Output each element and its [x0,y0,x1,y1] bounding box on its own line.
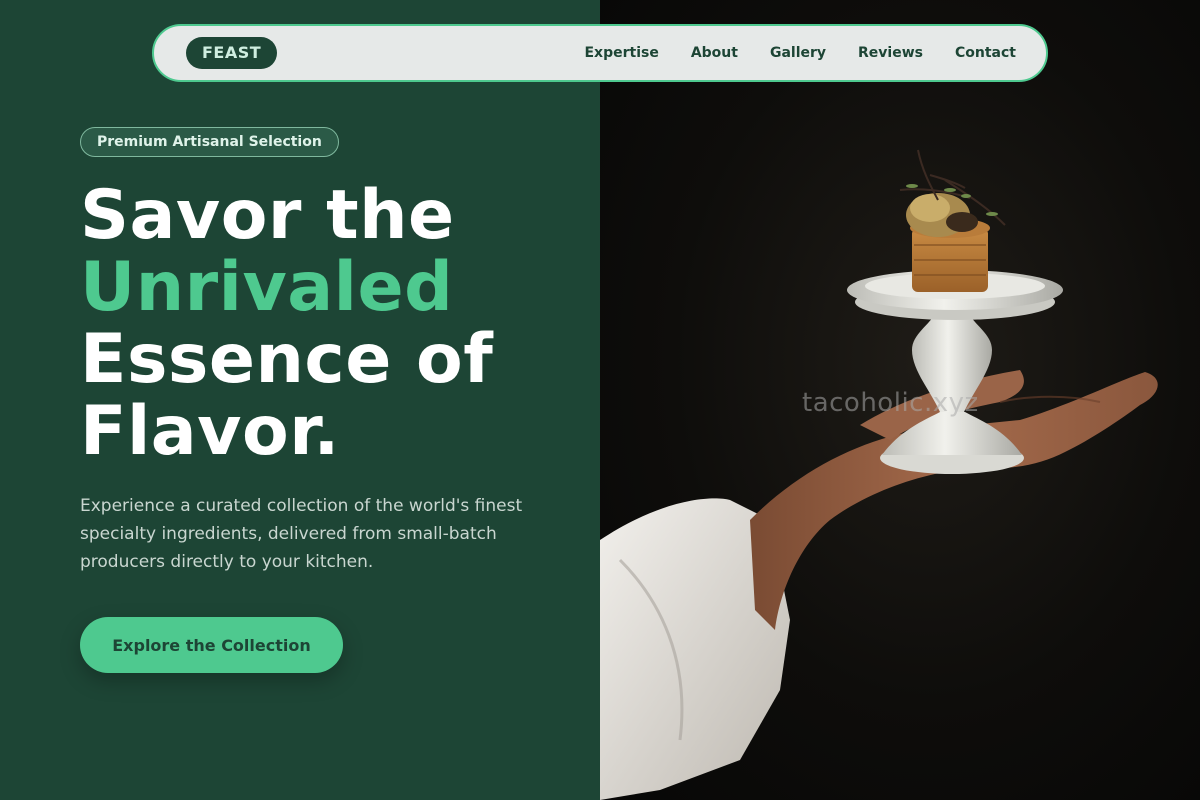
hero-description: Experience a curated collection of the w… [80,496,523,572]
top-navigation: FEAST Expertise About Gallery Reviews Co… [152,24,1048,82]
brand-logo[interactable]: FEAST [186,37,278,69]
hero-badge: Premium Artisanal Selection [80,127,339,157]
headline-line-4: Flavor. [80,392,340,471]
watermark-text: tacoholic.xyz [802,388,979,418]
nav-link-gallery[interactable]: Gallery [770,45,826,61]
nav-link-reviews[interactable]: Reviews [858,45,923,61]
nav-link-contact[interactable]: Contact [955,45,1016,61]
hero-headline: Savor the Unrivaled Essence of Flavor. [80,180,493,468]
nav-link-expertise[interactable]: Expertise [584,45,658,61]
headline-line-3: Essence of [80,320,494,399]
explore-collection-button[interactable]: Explore the Collection [80,617,343,673]
nav-links: Expertise About Gallery Reviews Contact [584,26,1016,80]
nav-link-about[interactable]: About [691,45,738,61]
headline-line-1: Savor the [80,176,455,255]
headline-accent-line: Unrivaled [80,248,454,327]
